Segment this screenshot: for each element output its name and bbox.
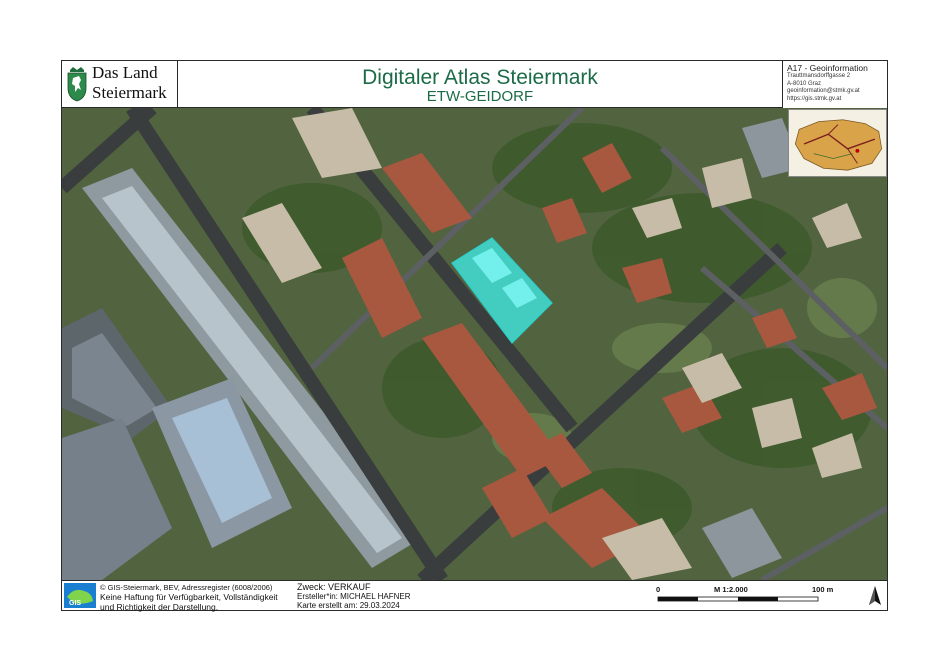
copyright-text: © GIS-Steiermark, BEV, Adressregister (6… bbox=[100, 583, 273, 592]
atlas-title: Digitaler Atlas Steiermark bbox=[362, 66, 598, 89]
gis-logo-icon: GIS bbox=[64, 583, 96, 608]
scale-left-label: 0 bbox=[656, 585, 661, 594]
map-frame: Das Land Steiermark Digitaler Atlas Stei… bbox=[61, 60, 888, 612]
logo-line-2: Steiermark bbox=[92, 83, 167, 102]
north-arrow-icon bbox=[869, 586, 881, 605]
org-name: A17 - Geoinformation bbox=[787, 63, 868, 73]
aerial-map[interactable] bbox=[62, 108, 887, 580]
org-city: A-8010 Graz bbox=[787, 80, 822, 87]
land-steiermark-logo: Das Land Steiermark bbox=[62, 61, 178, 108]
aerial-image bbox=[62, 108, 887, 580]
scale-bar-graphic bbox=[657, 596, 819, 602]
created-date-text: Karte erstellt am: 29.03.2024 bbox=[297, 601, 400, 610]
title-block: Digitaler Atlas Steiermark ETW-GEIDORF bbox=[178, 61, 782, 108]
org-email[interactable]: geoinformation@stmk.gv.at bbox=[787, 88, 883, 96]
scale-bar: 0 M 1:2.000 100 m bbox=[654, 585, 844, 609]
overview-inset-map bbox=[788, 109, 887, 177]
author-text: Ersteller*in: MICHAEL HAFNER bbox=[297, 592, 411, 601]
map-subtitle: ETW-GEIDORF bbox=[426, 88, 534, 105]
disclaimer-line-2: und Richtigkeit der Darstellung. bbox=[100, 602, 219, 612]
organization-block: A17 - Geoinformation Trauttmansdorffgass… bbox=[782, 61, 887, 108]
map-footer: GIS © GIS-Steiermark, BEV, Adressregiste… bbox=[62, 580, 887, 612]
scale-ratio-label: M 1:2.000 bbox=[714, 585, 748, 594]
disclaimer-line-1: Keine Haftung für Verfügbarkeit, Vollstä… bbox=[100, 592, 278, 602]
org-address: Trauttmansdorffgasse 2 bbox=[787, 73, 851, 79]
scale-right-label: 100 m bbox=[812, 585, 834, 594]
copyright-block: © GIS-Steiermark, BEV, Adressregister (6… bbox=[100, 583, 278, 612]
org-website[interactable]: https://gis.stmk.gv.at bbox=[787, 96, 883, 104]
purpose-text: Zweck: VERKAUF bbox=[297, 582, 371, 592]
gis-logo-text: GIS bbox=[69, 600, 81, 607]
map-metadata: Zweck: VERKAUF Ersteller*in: MICHAEL HAF… bbox=[297, 582, 411, 611]
coat-of-arms-icon bbox=[67, 67, 87, 102]
logo-line-1: Das Land bbox=[92, 63, 158, 82]
